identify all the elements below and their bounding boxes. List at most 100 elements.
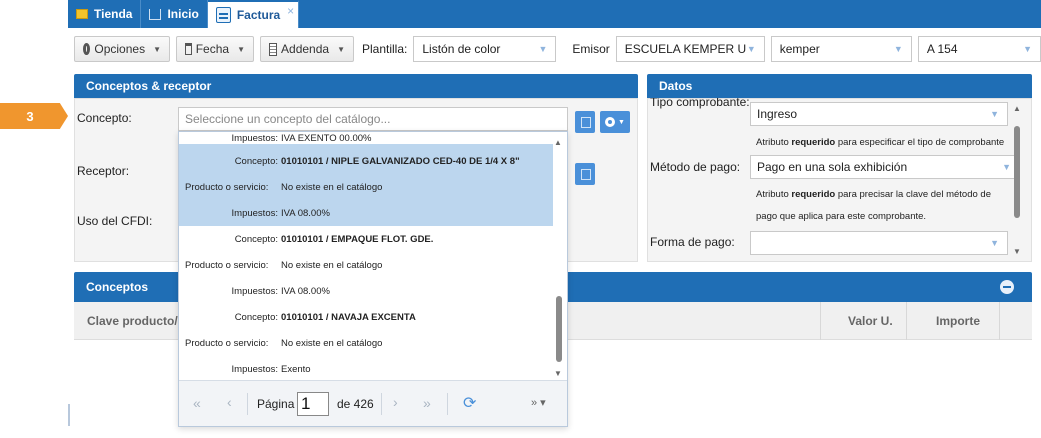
concepto-search-input[interactable]: Seleccione un concepto del catálogo... — [178, 107, 568, 131]
metodo-help-text-2: pago que aplica para este comprobante. — [756, 211, 927, 222]
serie-value: A 154 — [926, 42, 958, 56]
column-clave-producto[interactable]: Clave producto/s — [87, 314, 184, 328]
collapse-icon[interactable] — [1000, 280, 1014, 294]
list-item-line[interactable]: Producto o servicio: No existe en el catá… — [179, 174, 553, 200]
metodo-pago-value: Pago en una sola exhibición — [757, 160, 908, 174]
tipo-help-text: Atributo requerido para especificar el t… — [756, 137, 1005, 148]
gear-icon — [605, 117, 616, 127]
list-item-line[interactable]: Producto o servicio: No existe en el catá… — [179, 330, 553, 356]
tipo-comprobante-select[interactable]: Ingreso ▼ — [750, 102, 1008, 126]
receptor-label: Receptor: — [77, 164, 130, 178]
plantilla-value: Listón de color — [422, 42, 501, 56]
uso-cfdi-label: Uso del CFDI: — [77, 214, 153, 228]
list-item-line[interactable]: Concepto: 01010101 / NAVAJA EXCENTA — [179, 304, 553, 330]
chevron-down-icon: ▼ — [1002, 162, 1011, 172]
list-item-line[interactable]: Concepto: 01010101 / EMPAQUE FLOT. GDE. — [179, 226, 553, 252]
scroll-up-icon[interactable]: ▲ — [554, 138, 562, 147]
toolbar: Opciones ▼ Fecha ▼ Addenda ▼ Plantilla: … — [68, 32, 1041, 66]
scroll-down-icon[interactable]: ▼ — [1013, 247, 1021, 256]
emisor-value: ESCUELA KEMPER U — [624, 42, 747, 56]
page-label: Página — [257, 397, 295, 411]
dropdown-scrollbar[interactable]: ▲ ▼ — [553, 134, 565, 378]
tab-bar: Tienda Inicio Factura × — [68, 0, 1041, 28]
panel-title: Conceptos — [86, 280, 149, 294]
sucursal-select[interactable]: kemper ▼ — [770, 36, 912, 62]
plantilla-select[interactable]: Listón de color ▼ — [413, 36, 557, 62]
close-icon[interactable]: × — [287, 4, 294, 18]
add-concepto-button[interactable] — [575, 111, 595, 133]
concepto-dropdown[interactable]: Impuestos: IVA EXENTO 00.00% Concepto: 010… — [178, 131, 568, 427]
tipo-comprobante-label: Tipo comprobante: — [650, 98, 750, 109]
emisor-select[interactable]: ESCUELA KEMPER U ▼ — [615, 36, 765, 62]
chevron-down-icon: ▼ — [538, 44, 548, 54]
scroll-thumb[interactable] — [1014, 126, 1020, 218]
list-item-line[interactable]: Impuestos: IVA 08.00% — [179, 278, 553, 304]
serie-select[interactable]: A 154 ▼ — [917, 36, 1041, 62]
page-count-label: de 426 — [337, 397, 374, 411]
tab-label: Inicio — [167, 7, 199, 21]
sucursal-value: kemper — [779, 42, 820, 56]
caret-down-icon: ▼ — [618, 118, 625, 126]
concepto-dropdown-list: Impuestos: IVA EXENTO 00.00% Concepto: 010… — [179, 132, 553, 380]
column-importe[interactable]: Importe — [936, 314, 980, 328]
add-receptor-button[interactable] — [575, 163, 595, 185]
scroll-thumb[interactable] — [556, 296, 562, 362]
tab-label: Factura — [236, 8, 281, 22]
fecha-button[interactable]: Fecha ▼ — [176, 36, 254, 62]
panel-title: Conceptos & receptor — [86, 79, 212, 93]
scroll-down-icon[interactable]: ▼ — [554, 369, 562, 378]
addenda-label: Addenda — [281, 42, 330, 56]
store-icon — [76, 9, 88, 19]
forma-pago-label: Forma de pago: — [650, 235, 735, 249]
more-options-icon[interactable]: » ▾ — [531, 396, 546, 409]
metodo-pago-label: Método de pago: — [650, 160, 741, 174]
column-separator — [906, 302, 907, 340]
side-marker — [68, 404, 70, 426]
scroll-up-icon[interactable]: ▲ — [1013, 104, 1021, 113]
tipo-comprobante-value: Ingreso — [757, 107, 798, 121]
concepto-label: Concepto: — [77, 111, 132, 125]
panel-title: Datos — [659, 79, 693, 93]
prev-page-icon[interactable]: ‹ — [227, 394, 232, 410]
separator — [381, 393, 382, 415]
last-page-icon[interactable]: » — [423, 395, 431, 411]
caret-down-icon: ▼ — [337, 44, 345, 54]
tab-inicio[interactable]: Inicio — [141, 0, 208, 28]
calculator-icon — [269, 42, 278, 56]
caret-down-icon: ▼ — [237, 44, 245, 54]
chevron-down-icon: ▼ — [990, 109, 999, 119]
addenda-button[interactable]: Addenda ▼ — [260, 36, 354, 62]
forma-pago-select[interactable]: ▼ — [750, 231, 1008, 255]
list-item-line[interactable]: Impuestos: Exento — [179, 356, 553, 380]
home-icon — [149, 8, 162, 20]
step-badge: 3 — [0, 103, 68, 129]
chevron-down-icon: ▼ — [746, 44, 756, 54]
column-separator — [820, 302, 821, 340]
refresh-icon[interactable]: ⟳ — [463, 393, 476, 413]
fecha-label: Fecha — [195, 42, 230, 56]
page-number-input[interactable]: 1 — [297, 392, 329, 416]
first-page-icon[interactable]: « — [193, 395, 201, 411]
document-icon — [215, 7, 231, 23]
chevron-down-icon: ▼ — [1023, 44, 1033, 54]
list-item-line[interactable]: Producto o servicio: No existe en el catá… — [179, 252, 553, 278]
concepto-options-button[interactable]: ▼ — [600, 111, 630, 133]
plantilla-label: Plantilla: — [362, 42, 408, 56]
opciones-label: Opciones — [94, 42, 146, 56]
datos-scrollbar[interactable]: ▲ ▼ — [1012, 104, 1022, 256]
tab-tienda[interactable]: Tienda — [68, 0, 142, 28]
separator — [447, 393, 448, 415]
list-item-line[interactable]: Concepto: 01010101 / NIPLE GALVANIZADO CE… — [179, 148, 553, 174]
metodo-pago-select[interactable]: Pago en una sola exhibición ▼ — [750, 155, 1020, 179]
column-separator — [999, 302, 1000, 340]
separator — [247, 393, 248, 415]
pagination-bar: « ‹ Página 1 de 426 › » ⟳ » ▾ — [179, 380, 567, 426]
next-page-icon[interactable]: › — [393, 394, 398, 410]
tab-factura[interactable]: Factura × — [207, 0, 300, 28]
opciones-button[interactable]: Opciones ▼ — [74, 36, 170, 62]
column-valor-unitario[interactable]: Valor U. — [848, 314, 893, 328]
list-item-line[interactable]: Impuestos: IVA 08.00% — [179, 200, 553, 226]
tab-label: Tienda — [94, 7, 133, 21]
chevron-down-icon: ▼ — [990, 238, 999, 248]
panel-header-conceptos-receptor: Conceptos & receptor — [74, 74, 638, 98]
